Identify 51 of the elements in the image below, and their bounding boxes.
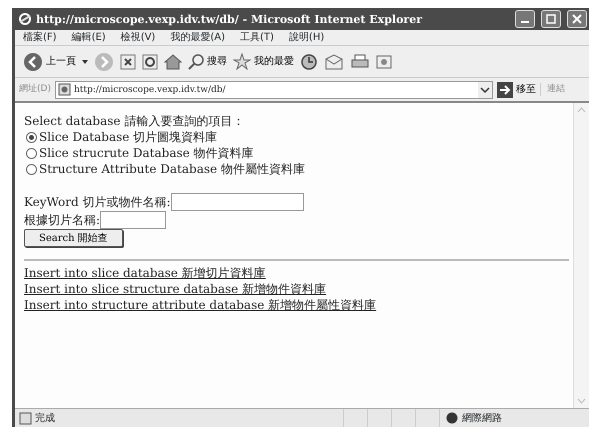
menu-item[interactable]: 編輯(E) <box>72 30 106 45</box>
back-icon <box>23 52 43 72</box>
minimize-icon <box>521 21 529 23</box>
radio-label[interactable]: Slice strucrute Database 物件資料庫 <box>39 145 254 161</box>
radio-label[interactable]: Slice Database 切片圖塊資料庫 <box>39 129 218 145</box>
printer-icon[interactable] <box>350 54 370 70</box>
go-button[interactable]: 移至 <box>497 82 536 98</box>
home-icon[interactable] <box>164 54 182 70</box>
maximize-button[interactable] <box>541 10 561 28</box>
status-text: 完成 <box>35 412 55 426</box>
search-icon <box>188 54 204 70</box>
zone-label: 網際網路 <box>462 412 502 426</box>
menu-item[interactable]: 工具(T) <box>240 30 274 45</box>
search-button[interactable]: 搜尋 <box>188 54 227 70</box>
insert-link[interactable]: Insert into structure attribute database 新增物件屬性資料庫 <box>24 297 376 313</box>
radio-button[interactable] <box>26 164 37 174</box>
favorites-button[interactable]: 我的最愛 <box>233 53 294 70</box>
insert-link[interactable]: Insert into slice structure database 新增物件資料庫 <box>24 281 326 297</box>
refresh-icon[interactable] <box>142 54 158 70</box>
insert-link[interactable]: Insert into slice database 新增切片資料庫 <box>24 265 266 281</box>
radio-button[interactable] <box>26 132 37 142</box>
globe-icon <box>446 412 458 424</box>
input-field[interactable] <box>100 211 166 229</box>
dropdown-icon[interactable] <box>478 82 492 98</box>
close-button[interactable] <box>567 10 587 28</box>
menu-item[interactable]: 我的最愛(A) <box>170 30 225 45</box>
stop-icon[interactable] <box>120 54 136 70</box>
radio-label[interactable]: Structure Attribute Database 物件屬性資料庫 <box>39 161 305 177</box>
star-icon <box>233 53 251 70</box>
input-field[interactable] <box>170 193 304 211</box>
page-icon <box>19 412 32 424</box>
close-icon <box>572 14 582 24</box>
window-title: http://microscope.vexp.idv.tw/db/ - Microsoft Internet Explorer <box>36 12 424 26</box>
mail-icon[interactable] <box>324 54 344 70</box>
address-label: 網址(D) <box>19 82 51 96</box>
back-button[interactable]: 上一頁 <box>23 52 76 72</box>
menu-item[interactable]: 檢視(V) <box>120 30 156 45</box>
page-icon <box>58 83 71 96</box>
form-heading: Select database 請輸入要查詢的項目： <box>24 113 244 129</box>
menu-item[interactable]: 說明(H) <box>288 30 324 45</box>
caret-icon[interactable] <box>82 60 88 64</box>
radio-button[interactable] <box>26 148 37 158</box>
menu-item[interactable]: 檔案(F) <box>23 30 57 45</box>
maximize-icon <box>546 14 556 24</box>
arrow-icon <box>497 82 513 98</box>
field-label: KeyWord 切片或物件名稱: <box>24 194 171 210</box>
field-label: 根據切片名稱: <box>24 212 100 228</box>
address-field[interactable]: http://microscope.vexp.idv.tw/db/ <box>54 80 493 98</box>
search-button[interactable]: Search 開始查 <box>24 229 123 247</box>
history-icon[interactable] <box>300 52 318 70</box>
minimize-button[interactable] <box>515 10 535 28</box>
